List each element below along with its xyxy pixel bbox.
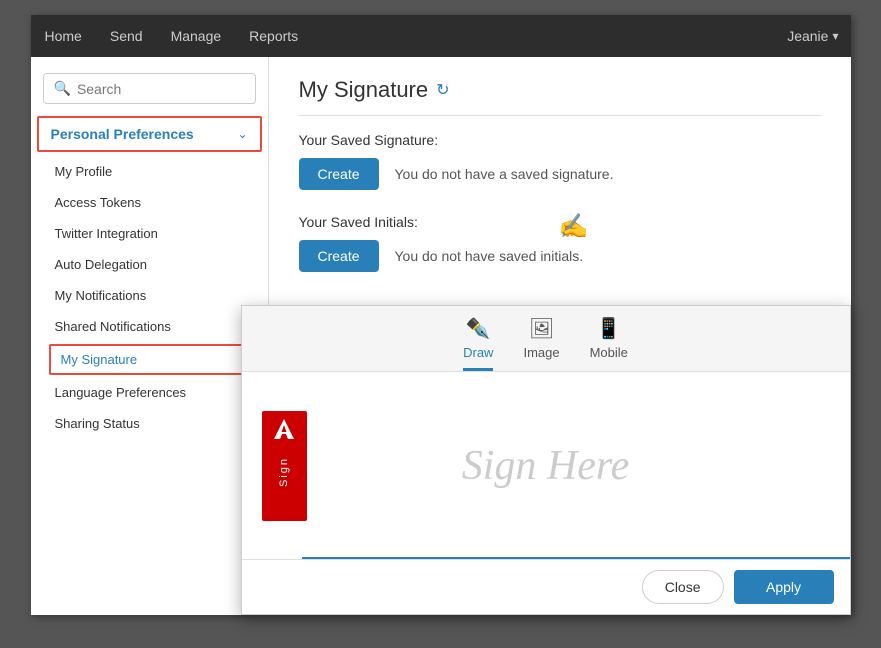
sidebar-item-sharing-status[interactable]: Sharing Status bbox=[31, 408, 268, 439]
sign-here-placeholder: Sign Here bbox=[462, 442, 630, 490]
sidebar-item-my-profile[interactable]: My Profile bbox=[31, 156, 268, 187]
sidebar-item-language-preferences[interactable]: Language Preferences bbox=[31, 377, 268, 408]
draw-icon: ✒️ bbox=[466, 316, 491, 341]
sidebar-item-access-tokens[interactable]: Access Tokens bbox=[31, 187, 268, 218]
create-signature-button[interactable]: Create bbox=[299, 158, 379, 190]
dialog-body[interactable]: Sign Sign Here bbox=[242, 372, 850, 559]
main-layout: 🔍 Personal Preferences ⌄ My Profile Acce… bbox=[31, 57, 851, 615]
draw-line bbox=[302, 557, 850, 559]
tab-mobile[interactable]: 📱 Mobile bbox=[590, 316, 628, 371]
nav-home[interactable]: Home bbox=[43, 24, 84, 48]
close-button[interactable]: Close bbox=[642, 570, 724, 604]
top-navigation: Home Send Manage Reports Jeanie bbox=[31, 15, 851, 57]
adobe-logo bbox=[270, 417, 298, 451]
tab-mobile-label: Mobile bbox=[590, 345, 628, 360]
dialog-tabs: ✒️ Draw 🖼 Image 📱 Mobile bbox=[242, 306, 850, 372]
mobile-icon: 📱 bbox=[596, 316, 621, 341]
create-initials-button[interactable]: Create bbox=[299, 240, 379, 272]
adobe-badge: Sign bbox=[262, 411, 307, 521]
tab-draw[interactable]: ✒️ Draw bbox=[463, 316, 493, 371]
page-title: My Signature ↻ bbox=[299, 77, 821, 116]
nav-reports[interactable]: Reports bbox=[247, 24, 300, 48]
sidebar-item-auto-delegation[interactable]: Auto Delegation bbox=[31, 249, 268, 280]
sidebar-item-my-signature[interactable]: My Signature bbox=[49, 344, 262, 375]
sidebar: 🔍 Personal Preferences ⌄ My Profile Acce… bbox=[31, 57, 269, 615]
saved-initials-label: Your Saved Initials: bbox=[299, 214, 821, 230]
adobe-sign-text: Sign bbox=[278, 457, 290, 487]
search-box[interactable]: 🔍 bbox=[43, 73, 256, 104]
signature-dialog: ✒️ Draw 🖼 Image 📱 Mobile bbox=[241, 305, 851, 615]
sidebar-item-my-notifications[interactable]: My Notifications bbox=[31, 280, 268, 311]
dialog-footer: Close Apply bbox=[242, 559, 850, 614]
search-input[interactable] bbox=[77, 81, 245, 97]
sidebar-item-shared-notifications[interactable]: Shared Notifications bbox=[31, 311, 268, 342]
sidebar-item-twitter-integration[interactable]: Twitter Integration bbox=[31, 218, 268, 249]
apply-button[interactable]: Apply bbox=[734, 570, 834, 604]
no-signature-message: You do not have a saved signature. bbox=[395, 166, 614, 182]
tab-image[interactable]: 🖼 Image bbox=[523, 316, 559, 371]
sidebar-items-list: My Profile Access Tokens Twitter Integra… bbox=[31, 156, 268, 439]
tab-image-label: Image bbox=[523, 345, 559, 360]
refresh-icon[interactable]: ↻ bbox=[436, 80, 449, 100]
no-initials-message: You do not have saved initials. bbox=[395, 248, 584, 264]
chevron-up-icon: ⌄ bbox=[237, 127, 247, 141]
saved-signature-label: Your Saved Signature: bbox=[299, 132, 821, 148]
nav-links: Home Send Manage Reports bbox=[43, 24, 301, 48]
nav-send[interactable]: Send bbox=[108, 24, 145, 48]
nav-manage[interactable]: Manage bbox=[169, 24, 224, 48]
user-menu[interactable]: Jeanie bbox=[787, 28, 838, 44]
image-icon: 🖼 bbox=[529, 316, 554, 341]
signature-row: Create You do not have a saved signature… bbox=[299, 158, 821, 190]
tab-draw-label: Draw bbox=[463, 345, 493, 360]
personal-preferences-section[interactable]: Personal Preferences ⌄ bbox=[37, 116, 262, 152]
content-area: My Signature ↻ Your Saved Signature: Cre… bbox=[269, 57, 851, 615]
section-label: Personal Preferences bbox=[51, 126, 194, 142]
search-icon: 🔍 bbox=[54, 80, 71, 97]
initials-row: Create You do not have saved initials. bbox=[299, 240, 821, 272]
